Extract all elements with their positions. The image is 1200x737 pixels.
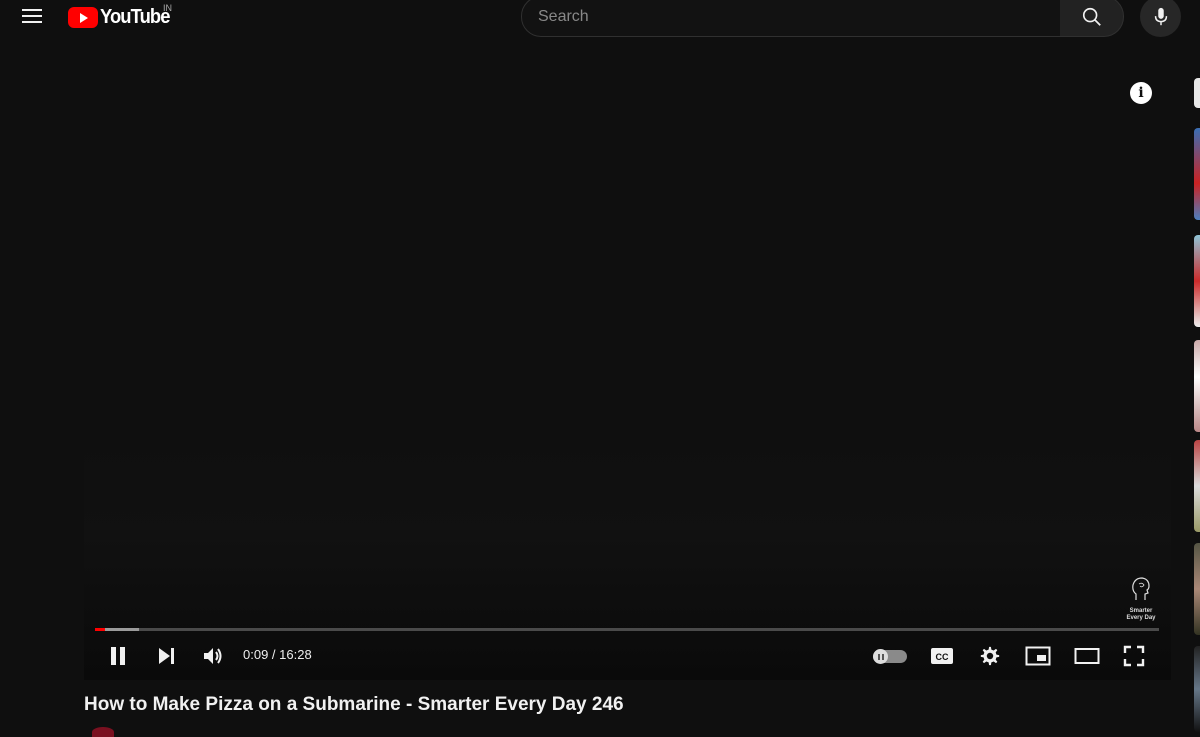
search-box [521, 0, 1061, 37]
theater-mode-button[interactable] [1072, 642, 1102, 670]
captions-button[interactable]: CC [928, 642, 956, 670]
voice-search-button[interactable] [1140, 0, 1181, 37]
pause-icon [111, 647, 125, 665]
recommendation-thumbnail[interactable] [1194, 543, 1200, 635]
youtube-logo-icon [68, 6, 98, 28]
theater-icon [1074, 648, 1100, 664]
search-icon [1082, 7, 1101, 26]
settings-icon [980, 646, 1000, 666]
volume-button[interactable] [199, 642, 227, 670]
head-silhouette-icon [1132, 577, 1150, 600]
watermark-text: Smarter Every Day [1126, 608, 1156, 621]
next-icon [159, 648, 174, 664]
autoplay-icon [873, 649, 888, 664]
recommendation-thumbnail[interactable] [1194, 340, 1200, 432]
fullscreen-icon [1123, 645, 1145, 667]
logo-text: YouTube [100, 5, 170, 28]
progress-bar[interactable] [95, 628, 1159, 631]
recommendation-thumbnail[interactable] [1194, 78, 1200, 108]
video-player-controls-area [84, 440, 1171, 680]
channel-avatar[interactable] [92, 727, 114, 737]
autoplay-toggle[interactable] [873, 649, 907, 664]
youtube-logo[interactable]: YouTube IN [68, 3, 176, 29]
progress-played [95, 628, 105, 631]
volume-icon [204, 648, 222, 664]
recommendation-thumbnail[interactable] [1194, 440, 1200, 532]
next-button[interactable] [152, 642, 180, 670]
recommendation-thumbnail[interactable] [1194, 128, 1200, 220]
video-title: How to Make Pizza on a Submarine - Smart… [84, 694, 624, 715]
captions-icon: CC [931, 648, 953, 664]
svg-text:CC: CC [936, 652, 949, 662]
miniplayer-icon [1025, 646, 1051, 666]
country-code: IN [163, 3, 172, 13]
search-input[interactable] [538, 5, 1038, 29]
channel-watermark[interactable]: Smarter Every Day [1122, 576, 1160, 621]
search-button[interactable] [1060, 0, 1124, 37]
time-display: 0:09 / 16:28 [243, 647, 312, 662]
menu-icon[interactable] [22, 6, 44, 28]
masthead: YouTube IN [0, 0, 1200, 38]
mic-icon [1154, 7, 1167, 25]
info-icon[interactable]: i [1130, 82, 1152, 104]
pause-button[interactable] [104, 642, 132, 670]
recommendation-thumbnail[interactable] [1194, 646, 1200, 732]
recommendation-thumbnail[interactable] [1194, 235, 1200, 327]
miniplayer-button[interactable] [1024, 642, 1052, 670]
fullscreen-button[interactable] [1120, 642, 1148, 670]
settings-button[interactable] [976, 642, 1004, 670]
